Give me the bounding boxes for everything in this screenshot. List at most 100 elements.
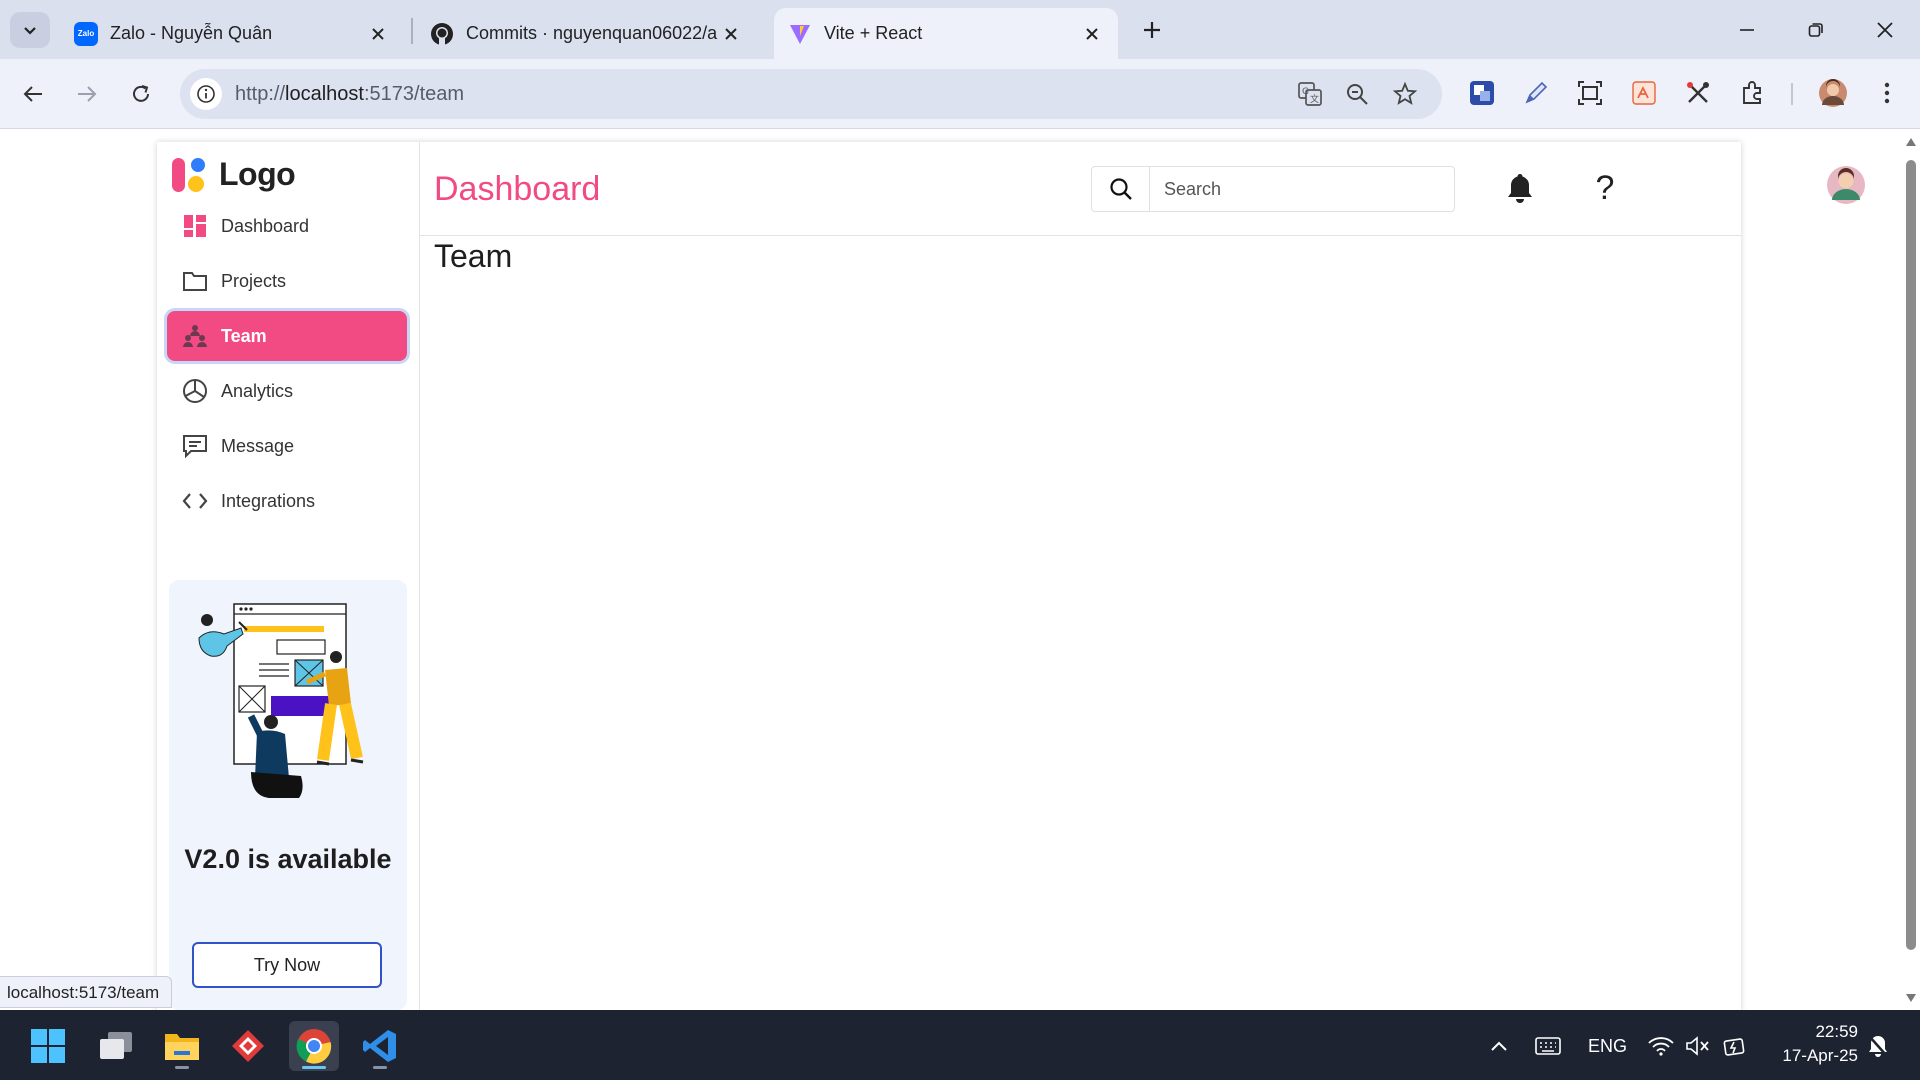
browser-toolbar: http://localhost:5173/team G文 bbox=[0, 59, 1920, 129]
search-input[interactable] bbox=[1150, 167, 1454, 211]
battery-status[interactable] bbox=[1722, 1030, 1748, 1062]
minimize-icon bbox=[1740, 29, 1754, 31]
restore-icon bbox=[1808, 23, 1823, 37]
scrollbar-thumb[interactable] bbox=[1906, 160, 1916, 950]
close-tab-icon[interactable] bbox=[366, 22, 390, 46]
notifications-button[interactable] bbox=[1866, 1030, 1890, 1062]
logo-icon bbox=[171, 157, 207, 193]
tab-title: Commits · nguyenquan06022/a bbox=[466, 23, 718, 43]
logo-text: Logo bbox=[219, 156, 296, 192]
chrome-icon bbox=[296, 1029, 332, 1064]
volume-status[interactable] bbox=[1685, 1030, 1711, 1062]
reload-icon bbox=[133, 85, 149, 102]
svg-text:G: G bbox=[1302, 87, 1309, 97]
extension-pdf-icon[interactable] bbox=[1627, 76, 1661, 110]
sidebar-item-label: Analytics bbox=[221, 380, 294, 401]
extension-translate-icon[interactable] bbox=[1465, 76, 1499, 110]
task-view-button[interactable] bbox=[91, 1021, 141, 1071]
toolbar-divider bbox=[1791, 83, 1793, 105]
chrome-button[interactable] bbox=[289, 1021, 339, 1071]
url-text[interactable]: http://localhost:5173/team bbox=[235, 83, 464, 106]
translate-icon[interactable]: G文 bbox=[1297, 81, 1323, 107]
show-hidden-icons-button[interactable] bbox=[1490, 1030, 1508, 1062]
clock-time: 22:59 bbox=[1815, 1022, 1858, 1041]
new-tab-button[interactable] bbox=[1136, 14, 1168, 46]
url-scheme: http:// bbox=[235, 83, 286, 105]
arrow-right-icon bbox=[78, 86, 97, 102]
brand-logo[interactable]: Logo bbox=[171, 156, 296, 193]
page-title: Dashboard bbox=[434, 170, 601, 208]
extension-tools-icon[interactable] bbox=[1681, 76, 1715, 110]
close-icon bbox=[1877, 22, 1893, 38]
page-scrollbar[interactable] bbox=[1902, 130, 1920, 1010]
sidebar-item-analytics[interactable]: Analytics bbox=[167, 366, 407, 416]
sidebar: Logo Dashboard Projects Team Analytics M… bbox=[157, 142, 420, 1012]
vite-icon bbox=[788, 22, 812, 46]
chevron-down-icon bbox=[24, 27, 36, 35]
team-icon bbox=[181, 322, 209, 350]
tab-separator bbox=[411, 18, 413, 44]
close-window-button[interactable] bbox=[1862, 12, 1908, 48]
pie-chart-icon bbox=[181, 377, 209, 405]
touch-keyboard-button[interactable] bbox=[1535, 1030, 1561, 1062]
app-container: Logo Dashboard Projects Team Analytics M… bbox=[157, 142, 1865, 1012]
user-avatar[interactable] bbox=[1827, 166, 1865, 204]
info-icon bbox=[197, 85, 215, 103]
browser-tab-zalo[interactable]: Zalo Zalo - Nguyễn Quân bbox=[60, 8, 404, 59]
close-tab-icon[interactable] bbox=[719, 22, 743, 46]
site-info-button[interactable] bbox=[190, 78, 222, 110]
browser-menu-button[interactable] bbox=[1870, 76, 1904, 110]
vscode-button[interactable] bbox=[355, 1021, 405, 1071]
file-explorer-button[interactable] bbox=[157, 1021, 207, 1071]
address-bar[interactable]: http://localhost:5173/team G文 bbox=[180, 69, 1442, 119]
git-app-button[interactable] bbox=[223, 1021, 273, 1071]
minimize-button[interactable] bbox=[1724, 12, 1770, 48]
running-indicator bbox=[302, 1066, 326, 1069]
windows-logo-icon bbox=[31, 1029, 65, 1063]
close-tab-icon[interactable] bbox=[1080, 22, 1104, 46]
notifications-bell-icon[interactable] bbox=[1500, 168, 1540, 208]
main-content: Team bbox=[434, 238, 512, 275]
arrow-left-icon bbox=[23, 86, 42, 102]
github-icon bbox=[430, 22, 454, 46]
forward-button[interactable] bbox=[69, 76, 105, 112]
profile-avatar[interactable] bbox=[1816, 76, 1850, 110]
reload-button[interactable] bbox=[123, 76, 159, 112]
extension-screenshot-icon[interactable] bbox=[1573, 76, 1607, 110]
git-diamond-icon bbox=[232, 1030, 264, 1062]
tab-search-button[interactable] bbox=[10, 12, 50, 48]
volume-muted-icon bbox=[1686, 1036, 1709, 1056]
zoom-icon[interactable] bbox=[1344, 81, 1370, 107]
browser-tab-vite[interactable]: Vite + React bbox=[774, 8, 1118, 59]
scroll-up-arrow-icon[interactable] bbox=[1906, 138, 1916, 146]
extension-pen-icon[interactable] bbox=[1519, 76, 1553, 110]
start-button[interactable] bbox=[23, 1021, 73, 1071]
promo-headline: V2.0 is available bbox=[184, 844, 392, 874]
help-icon[interactable]: ? bbox=[1585, 168, 1625, 208]
sidebar-item-message[interactable]: Message bbox=[167, 421, 407, 471]
message-icon bbox=[181, 432, 209, 460]
link-status-bubble: localhost:5173/team bbox=[0, 976, 173, 1008]
sidebar-item-label: Team bbox=[221, 325, 267, 346]
notification-bell-icon bbox=[1869, 1036, 1887, 1057]
extensions-puzzle-icon[interactable] bbox=[1735, 76, 1769, 110]
search-icon[interactable] bbox=[1092, 167, 1150, 211]
try-now-button[interactable]: Try Now bbox=[192, 942, 382, 988]
sidebar-item-label: Projects bbox=[221, 270, 287, 291]
folder-icon bbox=[165, 1034, 199, 1060]
battery-charging-icon bbox=[1723, 1038, 1745, 1056]
main-heading: Team bbox=[434, 238, 513, 274]
network-status[interactable] bbox=[1648, 1030, 1674, 1062]
browser-tab-github[interactable]: Commits · nguyenquan06022/a bbox=[416, 8, 757, 59]
restore-button[interactable] bbox=[1793, 12, 1839, 48]
sidebar-item-dashboard[interactable]: Dashboard bbox=[167, 201, 407, 251]
sidebar-item-projects[interactable]: Projects bbox=[167, 256, 407, 306]
sidebar-item-team[interactable]: Team bbox=[167, 311, 407, 361]
input-language[interactable]: ENG bbox=[1588, 1030, 1627, 1062]
sidebar-item-integrations[interactable]: Integrations bbox=[167, 476, 407, 526]
scroll-down-arrow-icon[interactable] bbox=[1906, 994, 1916, 1002]
bookmark-star-icon[interactable] bbox=[1392, 81, 1418, 107]
top-header: Dashboard ? bbox=[420, 142, 1865, 236]
back-button[interactable] bbox=[15, 76, 51, 112]
system-clock[interactable]: 22:59 17-Apr-25 bbox=[1768, 1020, 1858, 1068]
